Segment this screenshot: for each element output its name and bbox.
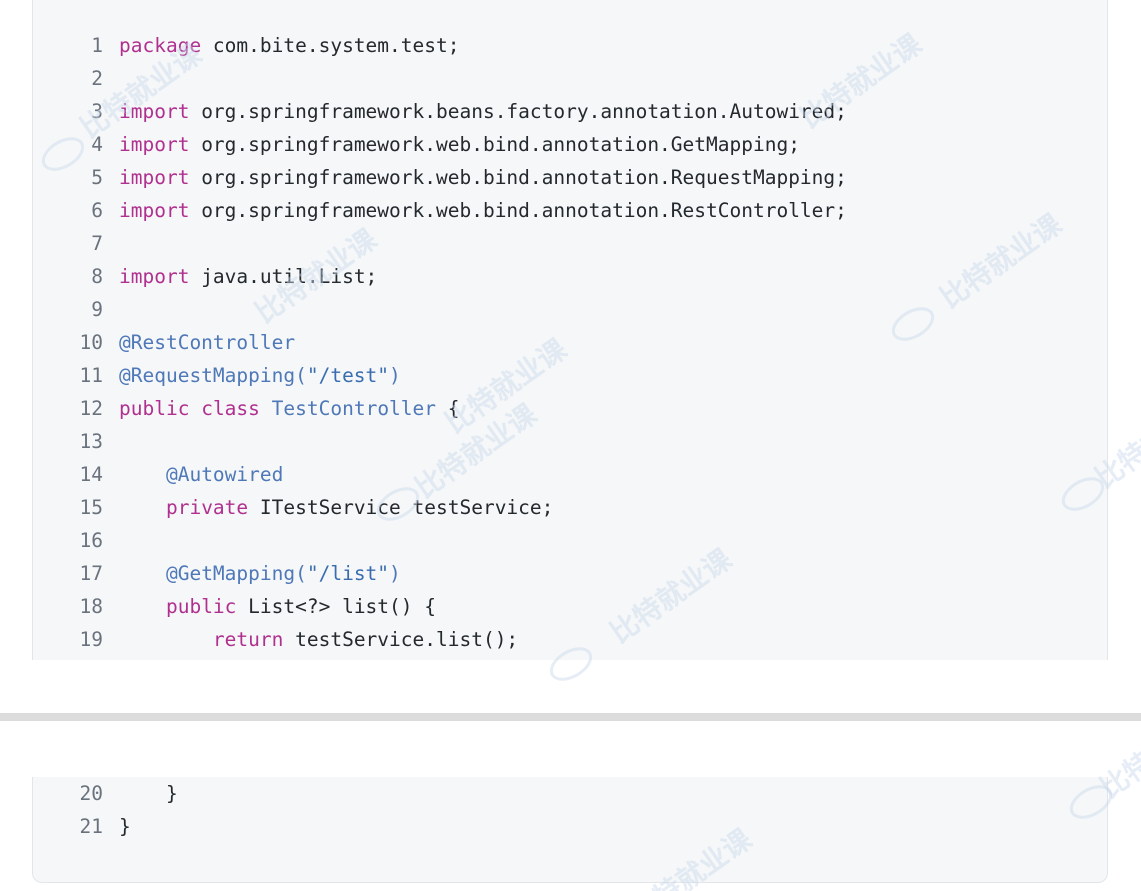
line-number: 17: [79, 562, 103, 585]
code-token: }: [119, 782, 178, 805]
document-page: 1 package com.bite.system.test; 2 3 import o…: [0, 0, 1141, 891]
code-line: 3 import org.springframework.beans.factor…: [33, 95, 1107, 128]
code-line: 20 }: [33, 777, 1107, 810]
code-token: package: [119, 34, 202, 57]
page-break: [0, 713, 1141, 721]
code-token: @GetMapping(: [165, 562, 307, 585]
code-token: @RestController: [119, 331, 296, 354]
code-line: 15 private ITestService testService;: [33, 491, 1107, 524]
code-line: 14 @Autowired: [33, 458, 1107, 491]
code-line: 11 @RequestMapping("/test"): [33, 359, 1107, 392]
line-number: 20: [79, 782, 103, 805]
code-token: import: [119, 199, 190, 222]
code-token: import: [119, 133, 190, 156]
line-number: 3: [91, 100, 103, 123]
line-number: 1: [91, 34, 103, 57]
code-line: 17 @GetMapping("/list"): [33, 557, 1107, 590]
code-token: testService.list();: [283, 628, 519, 651]
line-number: 6: [91, 199, 103, 222]
line-number: 10: [79, 331, 103, 354]
line-number: 7: [91, 232, 103, 255]
code-token: class: [201, 397, 260, 420]
code-line: 21}: [33, 810, 1107, 843]
line-number: 5: [91, 166, 103, 189]
code-token: org.springframework.beans.factory.annota…: [189, 100, 847, 123]
line-number: 18: [79, 595, 103, 618]
line-number: 15: [79, 496, 103, 519]
code-line: 16: [33, 524, 1107, 557]
line-number: 16: [79, 529, 103, 552]
code-token: org.springframework.web.bind.annotation.…: [189, 133, 800, 156]
code-line: 2: [33, 62, 1107, 95]
code-token: org.springframework.web.bind.annotation.…: [189, 166, 847, 189]
code-token: private: [165, 496, 249, 519]
code-line: 4 import org.springframework.web.bind.ann…: [33, 128, 1107, 161]
code-line: 6 import org.springframework.web.bind.ann…: [33, 194, 1107, 227]
line-number: 9: [91, 298, 103, 321]
code-token: ): [389, 562, 401, 585]
code-token: return: [212, 628, 284, 651]
code-line: 18 public List<?> list() {: [33, 590, 1107, 623]
line-number: 19: [79, 628, 103, 651]
code-block: 1 package com.bite.system.test; 2 3 import o…: [32, 0, 1108, 660]
code-token: }: [119, 815, 131, 838]
code-token: @Autowired: [165, 463, 284, 486]
code-token: {: [436, 397, 460, 420]
code-line: 5 import org.springframework.web.bind.ann…: [33, 161, 1107, 194]
code-token: org.springframework.web.bind.annotation.…: [189, 199, 847, 222]
code-token: import: [119, 265, 190, 288]
code-token: @RequestMapping(: [119, 364, 307, 387]
line-number: 2: [91, 67, 103, 90]
code-token: import: [119, 166, 190, 189]
line-number: 4: [91, 133, 103, 156]
code-line: 8 import java.util.List;: [33, 260, 1107, 293]
line-number: 12: [79, 397, 103, 420]
code-token: ITestService testService;: [248, 496, 554, 519]
code-line: 13: [33, 425, 1107, 458]
code-token: List<?> list() {: [236, 595, 437, 618]
line-number: 8: [91, 265, 103, 288]
code-token: public: [165, 595, 237, 618]
code-line: 12 public class TestController {: [33, 392, 1107, 425]
code-token: java.util.List;: [189, 265, 378, 288]
code-line: 10 @RestController: [33, 326, 1107, 359]
line-number: 21: [79, 815, 103, 838]
code-token: "/list": [306, 562, 390, 585]
line-number: 14: [79, 463, 103, 486]
code-token: "/test": [306, 364, 390, 387]
code-token: public: [119, 397, 190, 420]
code-block-continued: 20 } 21}: [32, 777, 1108, 883]
code-line: 9: [33, 293, 1107, 326]
code-line: 1 package com.bite.system.test;: [33, 29, 1107, 62]
code-token: ): [389, 364, 401, 387]
code-token: TestController: [271, 397, 437, 420]
code-token: com.bite.system.test;: [201, 34, 460, 57]
code-line: 19 return testService.list();: [33, 623, 1107, 656]
line-number: 13: [79, 430, 103, 453]
code-line: 7: [33, 227, 1107, 260]
code-token: import: [119, 100, 190, 123]
line-number: 11: [79, 364, 103, 387]
